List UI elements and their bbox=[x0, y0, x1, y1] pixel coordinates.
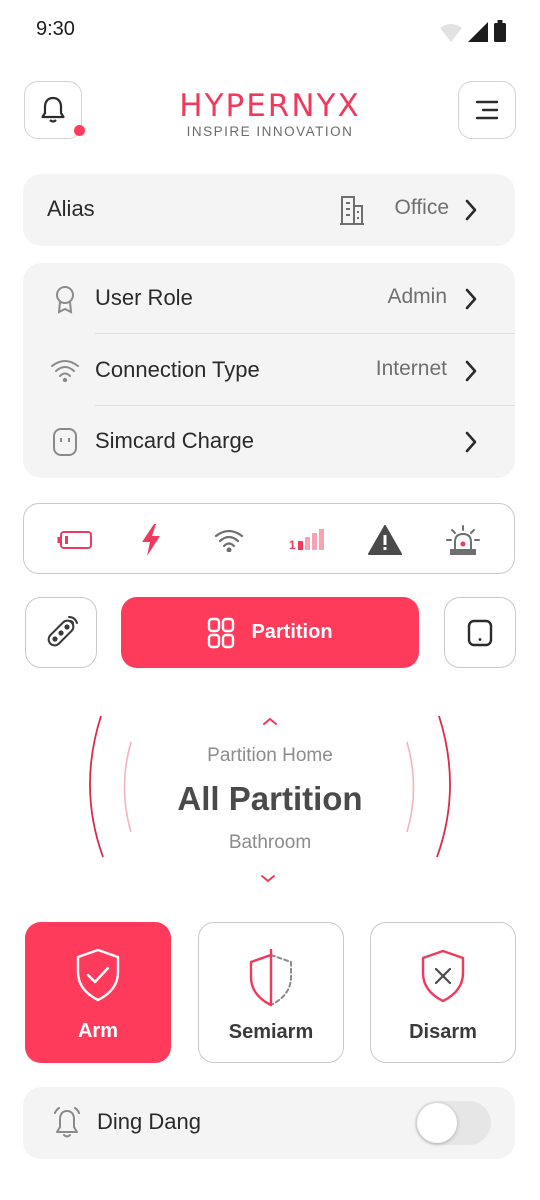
previous-partition[interactable]: Partition Home bbox=[0, 745, 540, 767]
disarm-label: Disarm bbox=[409, 1021, 477, 1043]
logo-tagline: INSPIRE INNOVATION bbox=[186, 124, 354, 139]
remote-button[interactable] bbox=[25, 597, 97, 668]
semiarm-label: Semiarm bbox=[228, 1021, 314, 1043]
device-button[interactable] bbox=[444, 597, 516, 668]
partition-selector[interactable]: Partition Home All Partition Bathroom bbox=[0, 700, 540, 895]
current-partition: All Partition bbox=[177, 780, 363, 817]
warning-icon bbox=[365, 524, 405, 556]
app-header: HYPERNYX INSPIRE INNOVATION bbox=[0, 80, 540, 140]
chevron-right-icon bbox=[461, 196, 481, 224]
user-role-row[interactable]: User Role Admin bbox=[23, 263, 515, 335]
arm-button[interactable]: Arm bbox=[25, 922, 171, 1063]
shield-x-icon bbox=[371, 949, 515, 1007]
notifications-button[interactable] bbox=[24, 81, 85, 139]
mode-row: Partition bbox=[0, 597, 540, 669]
chevron-right-icon bbox=[461, 357, 481, 385]
simcard-charge-row[interactable]: Simcard Charge bbox=[23, 406, 515, 478]
power-icon bbox=[131, 524, 171, 556]
system-icons bbox=[440, 20, 506, 42]
user-role-value: Admin bbox=[387, 285, 447, 308]
logo-title: HYPERNYX bbox=[179, 88, 361, 124]
alias-value: Office bbox=[394, 196, 449, 219]
alias-row[interactable]: Alias Office bbox=[23, 174, 515, 246]
tablet-icon bbox=[467, 619, 493, 646]
siren-icon bbox=[443, 524, 483, 556]
ding-dang-row: Ding Dang bbox=[23, 1087, 515, 1159]
chevron-right-icon bbox=[461, 428, 481, 456]
arm-label: Arm bbox=[77, 1020, 118, 1042]
award-icon bbox=[49, 283, 81, 315]
connection-type-value: Internet bbox=[375, 357, 447, 380]
clock-text: 9:30 bbox=[36, 18, 75, 40]
connection-type-label: Connection Type bbox=[95, 357, 260, 382]
ding-dang-toggle[interactable] bbox=[415, 1101, 491, 1145]
menu-button[interactable] bbox=[458, 81, 516, 139]
status-bar: 9:30 bbox=[0, 0, 540, 62]
disarm-button[interactable]: Disarm bbox=[370, 922, 516, 1063]
shield-check-icon bbox=[25, 948, 171, 1006]
chevron-right-icon bbox=[461, 285, 481, 313]
notification-dot bbox=[74, 125, 85, 136]
user-role-label: User Role bbox=[95, 285, 193, 310]
brand-logo: HYPERNYX INSPIRE INNOVATION bbox=[150, 90, 390, 139]
hamburger-menu-icon bbox=[475, 100, 499, 120]
alarm-bell-icon bbox=[51, 1107, 83, 1139]
shield-half-icon bbox=[199, 949, 343, 1007]
battery-icon bbox=[55, 524, 95, 556]
battery-status-icon bbox=[494, 20, 506, 42]
cell-signal-icon bbox=[468, 22, 488, 42]
device-status-strip: 1 bbox=[23, 503, 515, 574]
grid-icon bbox=[208, 617, 235, 648]
wifi-icon bbox=[209, 524, 249, 556]
alias-label: Alias bbox=[47, 196, 95, 221]
partition-mode-button[interactable]: Partition bbox=[121, 597, 419, 668]
chevron-down-icon[interactable] bbox=[258, 872, 278, 890]
ding-dang-label: Ding Dang bbox=[97, 1109, 201, 1134]
simcard-icon bbox=[49, 426, 81, 458]
semiarm-button[interactable]: Semiarm bbox=[198, 922, 344, 1063]
toggle-knob bbox=[417, 1103, 457, 1143]
building-icon bbox=[340, 196, 364, 225]
wifi-signal-icon bbox=[440, 24, 462, 42]
next-partition[interactable]: Bathroom bbox=[0, 832, 540, 854]
signal-icon: 1 bbox=[287, 524, 327, 556]
remote-control-icon bbox=[47, 615, 78, 646]
chevron-up-icon[interactable] bbox=[260, 714, 280, 732]
partition-mode-label: Partition bbox=[251, 621, 333, 643]
wifi-icon bbox=[49, 354, 81, 386]
connection-type-row[interactable]: Connection Type Internet bbox=[23, 334, 515, 406]
bell-icon bbox=[41, 96, 65, 123]
device-info-card: User Role Admin Connection Type Internet… bbox=[23, 263, 515, 478]
svg-text:1: 1 bbox=[289, 538, 296, 551]
simcard-charge-label: Simcard Charge bbox=[95, 428, 254, 453]
